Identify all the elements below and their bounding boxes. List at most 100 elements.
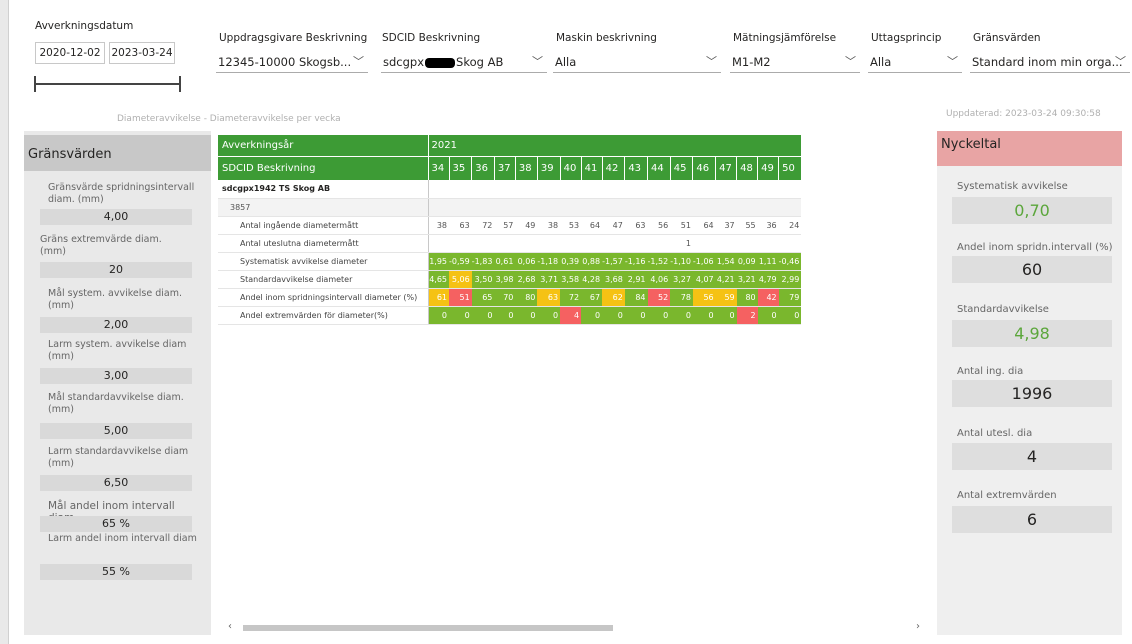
measure-cell[interactable]: 65 (471, 288, 495, 307)
measure-cell[interactable]: 3,27 (670, 270, 693, 289)
header-week[interactable]: 42 (602, 155, 626, 180)
measure-cell[interactable]: 62 (602, 288, 625, 307)
measure-cell[interactable]: 49 (515, 216, 538, 235)
measure-cell[interactable]: 51 (449, 288, 472, 307)
measure-cell[interactable]: -1,57 (602, 252, 625, 271)
measure-cell[interactable] (692, 234, 716, 253)
measure-cell[interactable]: 79 (778, 288, 802, 307)
measure-cell[interactable]: 0,06 (515, 252, 538, 271)
measure-cell[interactable]: 1,11 (757, 252, 779, 271)
measure-cell[interactable]: 0 (428, 306, 449, 325)
measure-cell[interactable] (736, 234, 758, 253)
measure-cell[interactable] (494, 234, 516, 253)
header-week[interactable]: 37 (494, 155, 516, 180)
measure-cell[interactable]: 0,39 (560, 252, 582, 271)
measure-cell[interactable]: 24 (778, 216, 802, 235)
measure-cell[interactable] (757, 234, 779, 253)
measure-cell[interactable]: 38 (537, 216, 561, 235)
measure-cell[interactable]: 0 (581, 306, 603, 325)
measure-cell[interactable] (647, 234, 671, 253)
measure-cell[interactable]: 3,68 (602, 270, 625, 289)
measure-cell[interactable]: -1,06 (692, 252, 716, 271)
measure-cell[interactable]: -1,16 (624, 252, 648, 271)
measure-cell[interactable] (560, 234, 582, 253)
measure-row[interactable]: Andel extremvärden för diameter(%) 0 0 0 0 0 0… (218, 306, 802, 325)
measure-cell[interactable]: 37 (715, 216, 737, 235)
measure-cell[interactable]: 4,21 (715, 270, 737, 289)
measure-cell[interactable]: 0,88 (581, 252, 603, 271)
measure-cell[interactable]: -1,18 (537, 252, 561, 271)
scroll-left-icon[interactable]: ‹ (228, 621, 232, 632)
measure-cell[interactable]: 59 (715, 288, 737, 307)
measure-cell[interactable]: 0,61 (494, 252, 516, 271)
header-week[interactable]: 43 (624, 155, 649, 180)
measure-cell[interactable]: 3,58 (560, 270, 582, 289)
header-week[interactable]: 49 (757, 155, 780, 180)
measure-cell[interactable]: 0 (624, 306, 648, 325)
measure-cell[interactable] (515, 234, 538, 253)
measure-cell[interactable]: 0 (449, 306, 472, 325)
measure-cell[interactable]: 72 (471, 216, 495, 235)
measure-cell[interactable]: 47 (602, 216, 625, 235)
sdcid-dropdown[interactable]: sdcgpx Skog AB ﹀ (381, 49, 547, 73)
measure-row[interactable]: Antal uteslutna diametermått 1 (218, 234, 802, 253)
measure-cell[interactable]: 0,09 (736, 252, 758, 271)
measure-cell[interactable]: 1,95 (428, 252, 449, 271)
header-year[interactable]: 2021 (428, 135, 802, 156)
grans-dropdown[interactable]: Standard inom min orga... ﹀ (970, 49, 1130, 73)
measure-cell[interactable]: -0,46 (778, 252, 802, 271)
measure-cell[interactable]: 61 (428, 288, 449, 307)
measure-cell[interactable]: 72 (560, 288, 582, 307)
measure-cell[interactable]: 64 (692, 216, 716, 235)
header-week[interactable]: 34 (428, 155, 450, 180)
measure-cell[interactable]: 2,68 (515, 270, 538, 289)
measure-cell[interactable]: 0 (537, 306, 561, 325)
measure-cell[interactable]: -1,10 (670, 252, 693, 271)
measure-cell[interactable]: 56 (692, 288, 716, 307)
measure-cell[interactable]: 63 (624, 216, 648, 235)
measure-cell[interactable] (624, 234, 648, 253)
measure-cell[interactable]: 4,65 (428, 270, 449, 289)
measure-cell[interactable] (602, 234, 625, 253)
measure-cell[interactable]: 0 (494, 306, 516, 325)
measure-cell[interactable]: 2 (736, 306, 758, 325)
measure-cell[interactable]: 3,21 (736, 270, 758, 289)
measure-cell[interactable]: 0 (647, 306, 671, 325)
header-week[interactable]: 47 (715, 155, 738, 180)
scrollbar-thumb[interactable] (243, 625, 613, 631)
measure-cell[interactable]: 2,91 (624, 270, 648, 289)
header-week[interactable]: 40 (560, 155, 582, 180)
measure-cell[interactable]: 0 (515, 306, 538, 325)
measure-cell[interactable]: 5,06 (449, 270, 472, 289)
measure-cell[interactable] (428, 234, 449, 253)
measure-cell[interactable]: 1 (670, 234, 693, 253)
matning-dropdown[interactable]: M1-M2 ﹀ (730, 49, 860, 73)
measure-cell[interactable]: 84 (624, 288, 648, 307)
measure-cell[interactable]: 0 (670, 306, 693, 325)
measure-cell[interactable]: 1,54 (715, 252, 737, 271)
measure-cell[interactable]: 0 (778, 306, 802, 325)
measure-row[interactable]: Andel inom spridningsintervall diameter … (218, 288, 802, 307)
measure-cell[interactable]: 0 (715, 306, 737, 325)
measure-cell[interactable]: 4,06 (647, 270, 671, 289)
date-to-input[interactable]: 2023-03-24 (109, 42, 175, 64)
scroll-right-icon[interactable]: › (916, 621, 920, 632)
measure-cell[interactable] (537, 234, 561, 253)
measure-cell[interactable]: 0 (757, 306, 779, 325)
measure-cell[interactable]: 80 (515, 288, 538, 307)
uppdragsgivare-dropdown[interactable]: 12345-10000 Skogsb... ﹀ (216, 49, 368, 73)
measure-cell[interactable]: 64 (581, 216, 603, 235)
measure-cell[interactable]: 38 (428, 216, 449, 235)
measure-row[interactable]: Antal ingående diametermått 38 63 72 57 49 38 5… (218, 216, 802, 235)
measure-cell[interactable]: 67 (581, 288, 603, 307)
subgroup-row[interactable]: 3857 (218, 198, 802, 217)
measure-cell[interactable]: 3,98 (494, 270, 516, 289)
header-week[interactable]: 41 (581, 155, 603, 180)
measure-cell[interactable]: 56 (647, 216, 671, 235)
maskin-dropdown[interactable]: Alla ﹀ (553, 49, 721, 73)
date-slider-end-handle[interactable] (179, 76, 181, 92)
date-range-slider-track[interactable] (35, 83, 180, 85)
measure-cell[interactable]: -0,59 (449, 252, 472, 271)
header-week[interactable]: 46 (692, 155, 717, 180)
measure-cell[interactable] (449, 234, 472, 253)
